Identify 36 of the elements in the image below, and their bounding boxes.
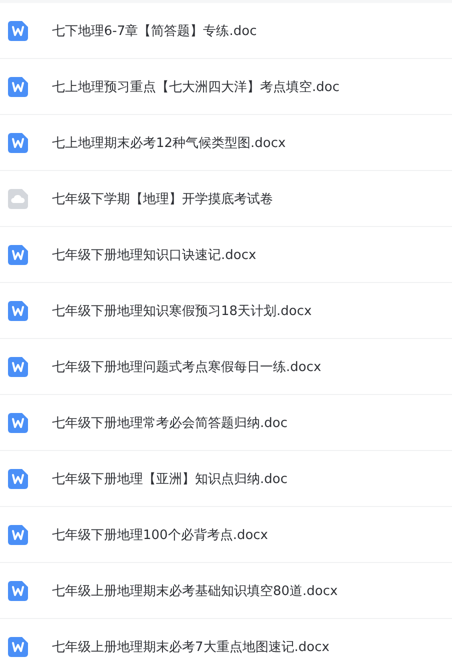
cloud-file-icon xyxy=(8,188,28,208)
word-document-icon xyxy=(8,76,28,96)
file-name: 七年级下册地理问题式考点寒假每日一练.docx xyxy=(52,358,322,376)
file-row[interactable]: 七上地理期末必考12种气候类型图.docx xyxy=(0,115,452,171)
file-name: 七年级下册地理知识寒假预习18天计划.docx xyxy=(52,302,312,320)
word-document-icon xyxy=(8,356,28,376)
file-name: 七年级下学期【地理】开学摸底考试卷 xyxy=(52,190,273,208)
word-document-icon xyxy=(8,468,28,488)
file-name: 七年级下册地理常考必会简答题归纳.doc xyxy=(52,414,288,432)
word-document-icon xyxy=(8,636,28,656)
file-row[interactable]: 七上地理预习重点【七大洲四大洋】考点填空.doc xyxy=(0,59,452,115)
file-name: 七年级上册地理期末必考基础知识填空80道.docx xyxy=(52,582,338,600)
file-row[interactable]: 七年级下册地理100个必背考点.docx xyxy=(0,507,452,563)
word-document-icon xyxy=(8,300,28,320)
file-row[interactable]: 七年级上册地理期末必考7大重点地图速记.docx xyxy=(0,619,452,668)
word-document-icon xyxy=(8,412,28,432)
file-name: 七年级下册地理知识口诀速记.docx xyxy=(52,246,256,264)
file-name: 七上地理预习重点【七大洲四大洋】考点填空.doc xyxy=(52,78,340,96)
file-name: 七年级下册地理100个必背考点.docx xyxy=(52,526,268,544)
file-row[interactable]: 七年级上册地理期末必考基础知识填空80道.docx xyxy=(0,563,452,619)
word-document-icon xyxy=(8,524,28,544)
file-name: 七年级下册地理【亚洲】知识点归纳.doc xyxy=(52,470,288,488)
file-name: 七上地理期末必考12种气候类型图.docx xyxy=(52,134,286,152)
file-row[interactable]: 七年级下学期【地理】开学摸底考试卷 xyxy=(0,171,452,227)
file-row[interactable]: 七年级下册地理常考必会简答题归纳.doc xyxy=(0,395,452,451)
file-row[interactable]: 七年级下册地理问题式考点寒假每日一练.docx xyxy=(0,339,452,395)
word-document-icon xyxy=(8,132,28,152)
file-row[interactable]: 七下地理6-7章【简答题】专练.doc xyxy=(0,3,452,59)
word-document-icon xyxy=(8,580,28,600)
file-row[interactable]: 七年级下册地理【亚洲】知识点归纳.doc xyxy=(0,451,452,507)
file-name: 七下地理6-7章【简答题】专练.doc xyxy=(52,22,257,40)
file-row[interactable]: 七年级下册地理知识口诀速记.docx xyxy=(0,227,452,283)
word-document-icon xyxy=(8,244,28,264)
word-document-icon xyxy=(8,20,28,40)
file-row[interactable]: 七年级下册地理知识寒假预习18天计划.docx xyxy=(0,283,452,339)
file-name: 七年级上册地理期末必考7大重点地图速记.docx xyxy=(52,638,330,656)
